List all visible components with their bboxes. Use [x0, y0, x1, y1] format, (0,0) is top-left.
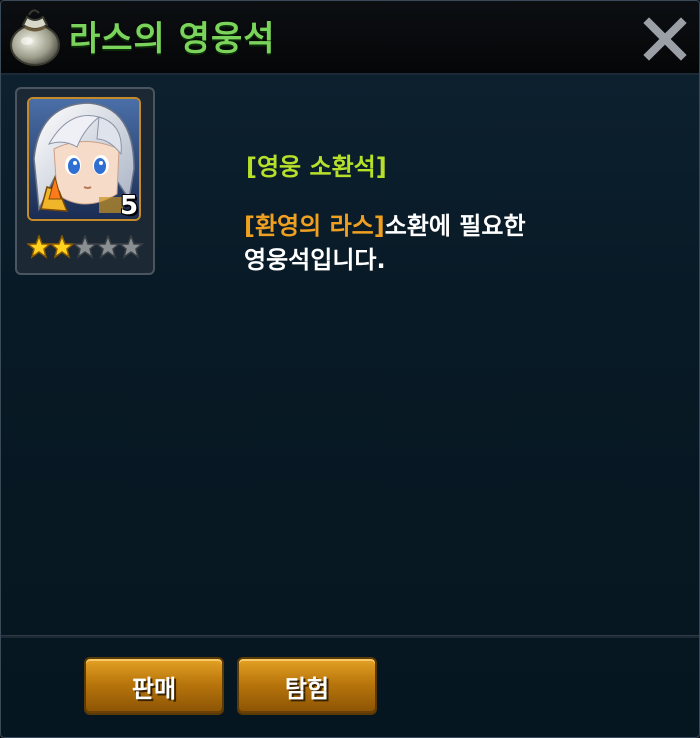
star-rating — [27, 235, 145, 259]
item-count: 5 — [120, 191, 139, 221]
money-bag-icon — [10, 9, 60, 66]
footer-divider — [1, 635, 699, 638]
star-icon-4 — [94, 235, 122, 259]
popup-title: 라스의 영웅석 — [69, 19, 276, 59]
item-description: [환영의 라스]소환에 필요한 영웅석입니다. — [244, 209, 574, 277]
close-icon[interactable] — [641, 15, 689, 63]
description-text-1: 소환에 필요한 — [384, 212, 526, 240]
sell-button[interactable]: 판매 — [84, 657, 224, 715]
star-icon-5 — [117, 235, 145, 259]
hero-name-highlight: [환영의 라스] — [244, 212, 385, 240]
item-info-popup: 라스의 영웅석 5 [영웅 소환석] [환영의 라스]소환에 필요한 영웅석입니… — [0, 0, 700, 738]
description-text-2: 영웅석입니다. — [244, 246, 386, 274]
popup-header: 라스의 영웅석 — [1, 1, 699, 75]
explore-button[interactable]: 탐험 — [237, 657, 377, 715]
star-icon-2 — [48, 235, 76, 259]
item-slot: 5 — [15, 87, 155, 275]
star-icon-1 — [27, 235, 53, 259]
item-category: [영웅 소환석] — [246, 153, 387, 181]
star-icon-3 — [71, 235, 99, 259]
